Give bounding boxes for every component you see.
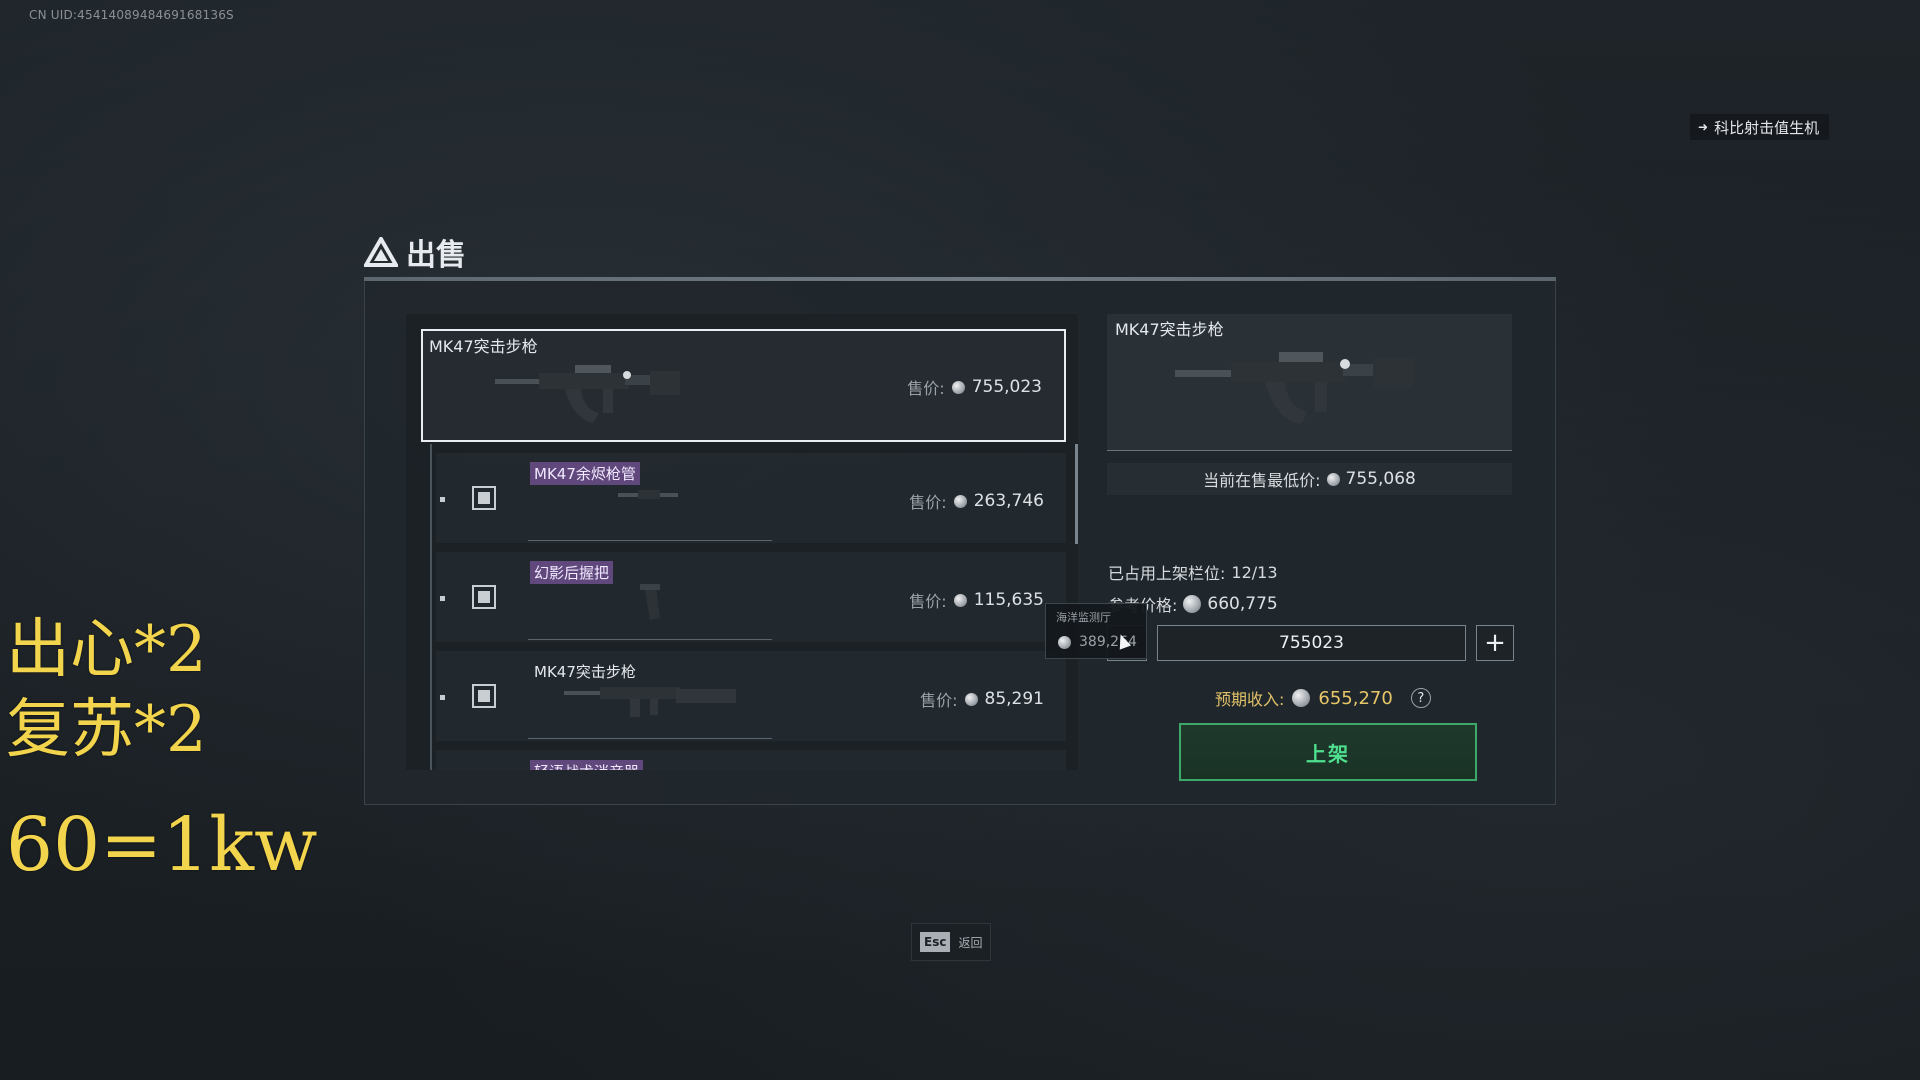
bullet-icon [440, 497, 445, 502]
preview-item-name: MK47突击步枪 [1115, 320, 1224, 339]
overlay-text-line1: 出心*2 [6, 613, 207, 687]
coin-icon [1183, 595, 1202, 613]
tooltip-title: 海洋监测厅 [1056, 611, 1111, 624]
item-checkbox[interactable] [472, 486, 496, 510]
price-input[interactable] [1157, 625, 1466, 661]
crosshair-mode-button[interactable]: ➜ 科比射击值生机 [1690, 114, 1830, 140]
barrel-image [618, 490, 678, 499]
price-label: 售价: [907, 379, 945, 398]
list-item[interactable]: MK47突击步枪 售价: 85,291 [436, 651, 1066, 741]
list-scrollbar[interactable] [1075, 444, 1078, 544]
coin-icon [951, 380, 965, 394]
grip-image [640, 584, 660, 620]
rifle-image [564, 687, 736, 717]
tree-connector [430, 444, 432, 770]
triangle-logo-icon [364, 237, 398, 267]
reference-price-value: 660,775 [1207, 594, 1278, 614]
list-for-sale-button[interactable]: 上架 [1179, 723, 1477, 781]
price-value: 263,746 [973, 491, 1044, 511]
price-label: 售价: [920, 691, 958, 710]
main-item-price: 售价: 755,023 [907, 375, 1042, 399]
list-item[interactable]: MK47余烬枪管 售价: 263,746 [436, 453, 1066, 543]
coin-icon [1292, 689, 1311, 707]
dialog-title: 出售 [364, 230, 466, 274]
price-value: 755,023 [971, 377, 1042, 397]
item-checkbox[interactable] [472, 684, 496, 708]
rifle-image [495, 365, 680, 423]
price-label: 售价: [909, 592, 947, 611]
item-checkbox[interactable] [472, 585, 496, 609]
expected-income-value: 655,270 [1318, 687, 1393, 709]
coin-icon [964, 692, 978, 706]
crosshair-mode-label: 科比射击值生机 [1714, 118, 1820, 137]
bullet-icon [440, 695, 445, 700]
overlay-text-line3: 60=1kw [6, 802, 318, 888]
dialog-title-text: 出售 [406, 238, 466, 273]
lowest-price-row: 当前在售最低价: 755,068 [1107, 463, 1512, 495]
back-label: 返回 [958, 935, 983, 950]
slots-row: 已占用上架栏位: 12/13 [1108, 560, 1278, 584]
back-hint[interactable]: Esc 返回 [911, 923, 992, 961]
lowest-price-value: 755,068 [1345, 469, 1416, 489]
slots-value: 12/13 [1231, 562, 1278, 582]
price-label: 售价: [909, 493, 947, 512]
help-icon[interactable]: ? [1410, 688, 1431, 708]
item-price: 售价: 263,746 [909, 489, 1044, 513]
slots-label: 已占用上架栏位: [1108, 564, 1226, 583]
item-name-tag: 轻语战术消音器 [530, 760, 644, 770]
esc-key-icon: Esc [920, 932, 951, 952]
item-name-tag: 幻影后握把 [530, 561, 614, 584]
back-arrow-icon: ➜ [1698, 120, 1709, 134]
list-item[interactable]: 幻影后握把 售价: 115,635 [436, 552, 1066, 642]
item-name-tag: MK47突击步枪 [534, 663, 636, 681]
expected-income-row: 预期收入: 655,270 ? [1215, 686, 1431, 710]
bullet-icon [440, 596, 445, 601]
price-tooltip: 海洋监测厅 389,264 [1045, 603, 1147, 659]
lowest-price-label: 当前在售最低价: [1203, 471, 1321, 490]
coin-icon [1326, 472, 1340, 486]
price-value: 85,291 [984, 689, 1044, 709]
uid-label: CN UID:4541408948469168136S [29, 8, 234, 22]
item-price: 售价: 115,635 [909, 588, 1044, 612]
price-value: 115,635 [973, 590, 1044, 610]
main-item-card[interactable]: MK47突击步枪 售价: 755,023 [421, 329, 1066, 442]
overlay-text-line2: 复苏*2 [6, 693, 207, 767]
increase-price-button[interactable]: + [1476, 625, 1514, 661]
coin-icon [953, 593, 967, 607]
item-price: 售价: 85,291 [920, 687, 1044, 711]
coin-icon [1058, 635, 1071, 649]
coin-icon [953, 494, 967, 508]
item-name-tag: MK47余烬枪管 [530, 462, 640, 485]
list-item[interactable]: 轻语战术消音器 [436, 750, 1066, 770]
expected-income-label: 预期收入: [1215, 690, 1285, 709]
rifle-image [1175, 352, 1413, 424]
